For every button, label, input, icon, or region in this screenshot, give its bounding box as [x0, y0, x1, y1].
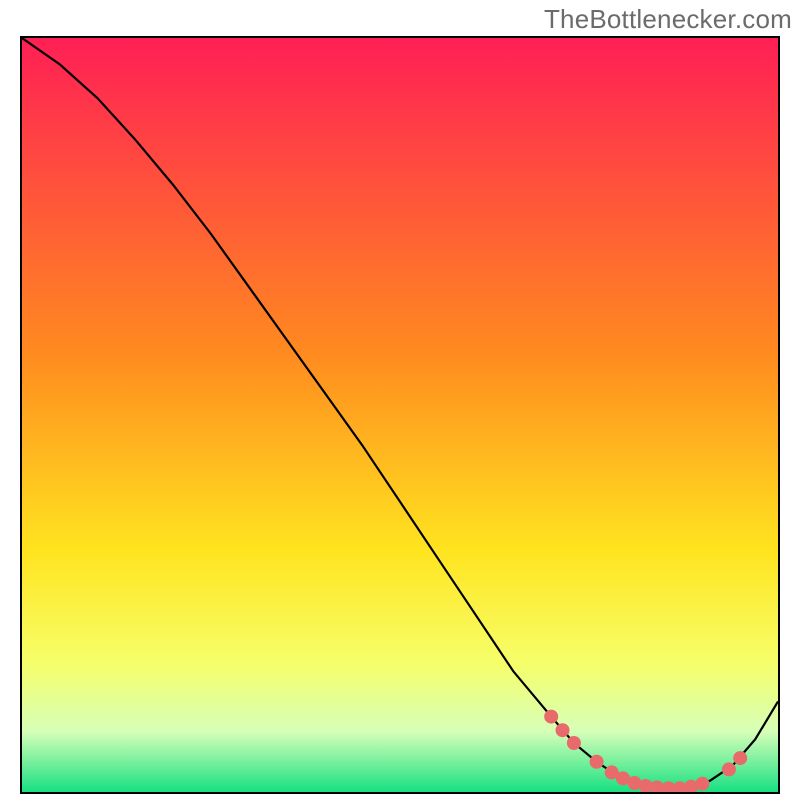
curve-marker [733, 751, 747, 765]
chart-svg [22, 38, 778, 792]
curve-marker [695, 777, 709, 791]
watermark-text: TheBottlenecker.com [544, 4, 792, 35]
curve-marker [556, 723, 570, 737]
curve-marker [567, 736, 581, 750]
chart-frame: TheBottlenecker.com [0, 0, 800, 800]
plot-area [20, 36, 780, 794]
curve-marker [544, 710, 558, 724]
gradient-background [22, 38, 778, 792]
curve-marker [722, 762, 736, 776]
curve-marker [590, 755, 604, 769]
